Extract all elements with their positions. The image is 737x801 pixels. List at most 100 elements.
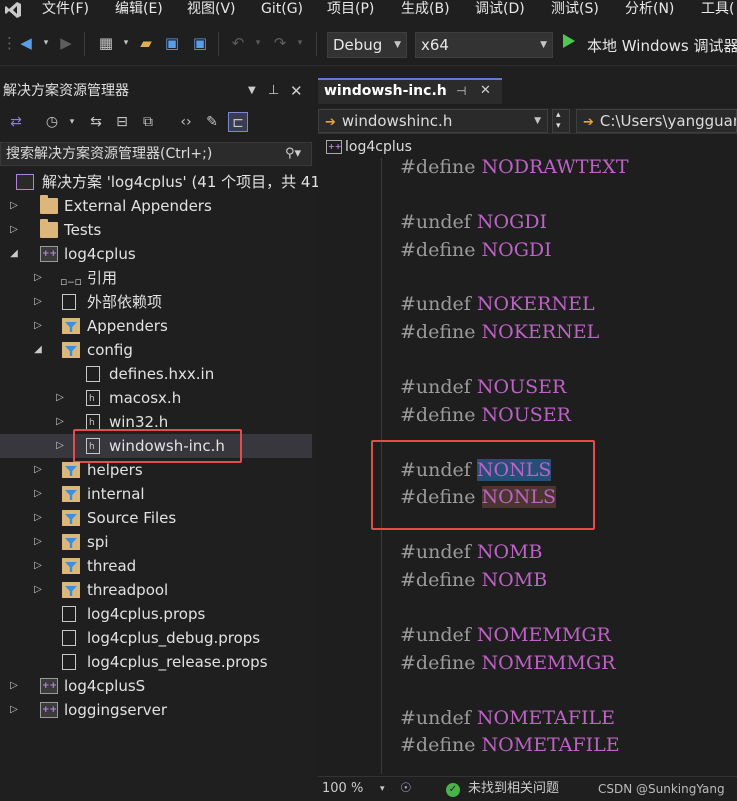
- show-all-files-icon[interactable]: ⧉: [138, 112, 158, 132]
- tree-item[interactable]: ▷ External Appenders: [0, 194, 312, 218]
- close-icon[interactable]: ✕: [290, 80, 303, 102]
- tree-item[interactable]: ▷ thread: [0, 554, 312, 578]
- intellicode-icon[interactable]: ☉: [400, 777, 412, 801]
- chevron-right-icon[interactable]: ▷: [54, 410, 66, 434]
- menu-file[interactable]: 文件(F): [42, 0, 89, 18]
- chevron-right-icon[interactable]: ▷: [32, 482, 44, 506]
- chevron-right-icon[interactable]: ▷: [32, 458, 44, 482]
- filter-folder-icon: [62, 318, 80, 334]
- chevron-down-icon[interactable]: ▾: [380, 777, 385, 801]
- search-icon[interactable]: ⚲▾: [285, 143, 301, 165]
- pin-icon[interactable]: ⊣: [456, 80, 466, 102]
- switch-views-icon[interactable]: ⇄: [6, 112, 26, 132]
- tree-item[interactable]: ▷ 外部依赖项: [0, 290, 312, 314]
- tree-item[interactable]: ▷ internal: [0, 482, 312, 506]
- tree-item[interactable]: log4cplus_release.props: [0, 650, 312, 674]
- menu-test[interactable]: 测试(S): [551, 0, 599, 18]
- tree-item[interactable]: ◢ config: [0, 338, 312, 362]
- code-line: #define NOKERNEL: [400, 321, 600, 343]
- menu-git[interactable]: Git(G): [261, 0, 303, 18]
- menu-view[interactable]: 视图(V): [187, 0, 236, 18]
- redo-dropdown-icon[interactable]: ▾: [290, 33, 310, 53]
- filter-dropdown-icon[interactable]: ▾: [62, 112, 82, 132]
- issues-status[interactable]: 未找到相关问题: [468, 777, 559, 801]
- redo-icon[interactable]: ↷: [270, 33, 290, 53]
- tree-item[interactable]: ▷ Tests: [0, 218, 312, 242]
- visual-studio-logo-icon: [5, 2, 21, 18]
- tree-label: Source Files: [87, 509, 177, 527]
- menu-analyze[interactable]: 分析(N): [625, 0, 674, 18]
- preview-selected-icon[interactable]: ⊏: [228, 112, 248, 132]
- menu-build[interactable]: 生成(B): [401, 0, 450, 18]
- chevron-right-icon[interactable]: ▷: [8, 698, 20, 722]
- save-all-icon[interactable]: ▣: [190, 33, 210, 53]
- save-icon[interactable]: ▣: [162, 33, 182, 53]
- tree-item[interactable]: ▷ spi: [0, 530, 312, 554]
- forward-icon[interactable]: ▶: [56, 33, 76, 53]
- tree-item[interactable]: log4cplus.props: [0, 602, 312, 626]
- solution-explorer-panel: 解决方案资源管理器 ▼ ⊥ ✕ ⇄ ◷ ▾ ⇆ ⊟ ⧉ ‹› ✎ ⊏ 搜索解决方…: [0, 80, 320, 801]
- tree-item[interactable]: ▷ log4cplusS: [0, 674, 312, 698]
- chevron-right-icon[interactable]: ▷: [32, 578, 44, 602]
- tree-item[interactable]: ▷ ▫‒▫ 引用: [0, 266, 312, 290]
- code-line: #undef NOMEMMGR: [400, 624, 611, 646]
- tree-item[interactable]: ◢ log4cplus: [0, 242, 312, 266]
- chevron-right-icon[interactable]: ▷: [32, 290, 44, 314]
- start-debug-icon[interactable]: [563, 34, 575, 48]
- chevron-right-icon[interactable]: ▷: [32, 554, 44, 578]
- menu-edit[interactable]: 编辑(E): [115, 0, 163, 18]
- code-line: #define NOMB: [400, 569, 548, 591]
- zoom-level[interactable]: 100 %: [322, 777, 363, 801]
- chevron-down-icon[interactable]: ◢: [32, 338, 44, 362]
- tree-item[interactable]: ▷ Appenders: [0, 314, 312, 338]
- tab-windowsh-inc[interactable]: windowsh-inc.h ⊣ ✕: [318, 78, 502, 104]
- pin-icon[interactable]: ⊥: [268, 80, 279, 102]
- new-project-icon[interactable]: ▦: [96, 33, 116, 53]
- back-dropdown-icon[interactable]: ▾: [36, 33, 56, 53]
- menu-project[interactable]: 项目(P): [327, 0, 374, 18]
- chevron-right-icon[interactable]: ▷: [8, 674, 20, 698]
- tree-item[interactable]: ▷ h macosx.h: [0, 386, 312, 410]
- solution-search-input[interactable]: 搜索解决方案资源管理器(Ctrl+;) ⚲▾: [0, 142, 312, 166]
- undo-icon[interactable]: ↶: [228, 33, 248, 53]
- tree-solution-root[interactable]: 解决方案 'log4cplus' (41 个项目，共 41: [0, 170, 320, 194]
- chevron-right-icon[interactable]: ▷: [54, 386, 66, 410]
- tree-item[interactable]: ▷ Source Files: [0, 506, 312, 530]
- code-icon[interactable]: ‹›: [176, 112, 196, 132]
- new-dropdown-icon[interactable]: ▾: [116, 33, 136, 53]
- collapse-all-icon[interactable]: ⊟: [112, 112, 132, 132]
- chevron-right-icon[interactable]: ▷: [32, 530, 44, 554]
- open-folder-icon[interactable]: ▰: [136, 33, 156, 53]
- undo-dropdown-icon[interactable]: ▾: [248, 33, 268, 53]
- nav-split-spinner[interactable]: ▴ ▾: [552, 109, 570, 133]
- configuration-select[interactable]: Debug ▼: [327, 32, 407, 58]
- editor-status-bar: 100 % ▾ ☉ ✓ 未找到相关问题 CSDN @SunkingYang: [318, 776, 737, 801]
- chevron-right-icon[interactable]: ▷: [32, 506, 44, 530]
- chevron-right-icon[interactable]: ▷: [8, 218, 20, 242]
- file-scope-dropdown[interactable]: ➔ windowshinc.h ▼: [318, 109, 548, 133]
- tree-item[interactable]: ▷ loggingserver: [0, 698, 312, 722]
- chevron-right-icon[interactable]: ▷: [8, 194, 20, 218]
- path-dropdown[interactable]: ➔ C:\Users\yangguan: [576, 109, 737, 133]
- pending-changes-icon[interactable]: ◷: [42, 112, 62, 132]
- tree-item[interactable]: defines.hxx.in: [0, 362, 312, 386]
- tree-item[interactable]: ▷ helpers: [0, 458, 312, 482]
- tree-item[interactable]: log4cplus_debug.props: [0, 626, 312, 650]
- chevron-right-icon[interactable]: ▷: [54, 434, 66, 458]
- tree-item[interactable]: ▷ threadpool: [0, 578, 312, 602]
- menu-debug[interactable]: 调试(D): [475, 0, 525, 18]
- chevron-right-icon[interactable]: ▷: [32, 314, 44, 338]
- project-breadcrumb[interactable]: log4cplus: [318, 136, 737, 158]
- platform-select[interactable]: x64 ▼: [415, 32, 553, 58]
- back-icon[interactable]: ◀: [16, 33, 36, 53]
- properties-wrench-icon[interactable]: ✎: [202, 112, 222, 132]
- menu-tools[interactable]: 工具(: [701, 0, 734, 18]
- start-debug-label[interactable]: 本地 Windows 调试器: [587, 35, 737, 56]
- close-icon[interactable]: ✕: [480, 80, 491, 102]
- code-line: #define NODRAWTEXT: [400, 158, 629, 178]
- chevron-down-icon[interactable]: ◢: [8, 242, 20, 266]
- panel-menu-icon[interactable]: ▼: [248, 80, 256, 102]
- sync-icon[interactable]: ⇆: [86, 112, 106, 132]
- chevron-right-icon[interactable]: ▷: [32, 266, 44, 290]
- tree-label: 外部依赖项: [87, 293, 163, 311]
